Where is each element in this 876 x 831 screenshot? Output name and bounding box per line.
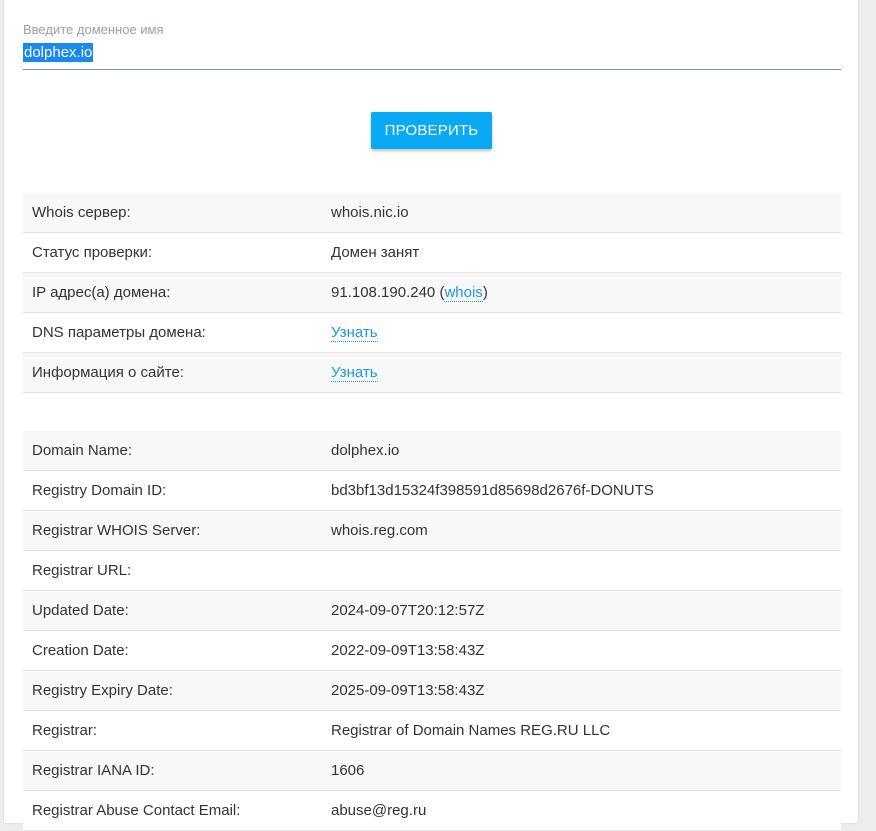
record-value: 2024-09-07T20:12:57Z: [322, 590, 841, 631]
whois-records-table: Domain Name: dolphex.io Registry Domain …: [23, 431, 841, 831]
record-value: abuse@reg.ru: [322, 790, 841, 831]
table-row: Registrar Abuse Contact Email: abuse@reg…: [23, 790, 841, 831]
record-value: 1606: [322, 750, 841, 791]
record-key: Updated Date:: [23, 590, 322, 631]
table-row: Creation Date: 2022-09-09T13:58:43Z: [23, 630, 841, 671]
record-key: Registry Domain ID:: [23, 470, 322, 511]
summary-table: Whois сервер: whois.nic.io Статус провер…: [23, 193, 841, 393]
record-value: Registrar of Domain Names REG.RU LLC: [322, 710, 841, 751]
whois-server-label: Whois сервер:: [23, 193, 322, 233]
record-value: whois.reg.com: [322, 510, 841, 551]
table-row: Registry Expiry Date: 2025-09-09T13:58:4…: [23, 670, 841, 711]
whois-card: Введите доменное имя dolphex.io ПРОВЕРИТ…: [4, 0, 858, 831]
whois-server-value: whois.nic.io: [322, 193, 841, 233]
ip-label: IP адрес(а) домена:: [23, 272, 322, 313]
site-info-link[interactable]: Узнать: [331, 364, 378, 382]
ip-paren-close: ): [482, 284, 488, 301]
table-row: Registrar: Registrar of Domain Names REG…: [23, 710, 841, 751]
table-row: Информация о сайте: Узнать: [23, 352, 841, 393]
record-value: bd3bf13d15324f398591d85698d2676f-DONUTS: [322, 470, 841, 511]
ip-value: 91.108.190.240: [331, 284, 436, 301]
site-info-cell: Узнать: [322, 352, 841, 393]
site-info-label: Информация о сайте:: [23, 352, 322, 393]
domain-field[interactable]: Введите доменное имя dolphex.io: [23, 20, 841, 70]
status-label: Статус проверки:: [23, 232, 322, 273]
ip-whois-link[interactable]: whois: [444, 284, 483, 302]
table-row: Whois сервер: whois.nic.io: [23, 193, 841, 233]
ip-cell: 91.108.190.240 (whois): [322, 272, 841, 313]
table-row: Registrar WHOIS Server: whois.reg.com: [23, 510, 841, 551]
dns-label: DNS параметры домена:: [23, 312, 322, 353]
domain-input-value[interactable]: dolphex.io: [23, 43, 94, 62]
status-value: Домен занят: [322, 232, 841, 273]
check-button[interactable]: ПРОВЕРИТЬ: [371, 112, 492, 149]
table-row: Статус проверки: Домен занят: [23, 232, 841, 273]
table-row: IP адрес(а) домена: 91.108.190.240 (whoi…: [23, 272, 841, 313]
record-value: dolphex.io: [322, 431, 841, 471]
table-row: Domain Name: dolphex.io: [23, 431, 841, 471]
dns-lookup-link[interactable]: Узнать: [331, 324, 378, 342]
record-key: Registry Expiry Date:: [23, 670, 322, 711]
record-value: [322, 550, 841, 591]
record-key: Registrar WHOIS Server:: [23, 510, 322, 551]
record-key: Creation Date:: [23, 630, 322, 671]
dns-cell: Узнать: [322, 312, 841, 353]
table-row: Updated Date: 2024-09-07T20:12:57Z: [23, 590, 841, 631]
record-key: Registrar URL:: [23, 550, 322, 591]
table-row: Registry Domain ID: bd3bf13d15324f398591…: [23, 470, 841, 511]
record-key: Registrar:: [23, 710, 322, 751]
table-row: Registrar IANA ID: 1606: [23, 750, 841, 791]
record-value: 2025-09-09T13:58:43Z: [322, 670, 841, 711]
table-row: Registrar URL:: [23, 550, 841, 591]
record-key: Domain Name:: [23, 431, 322, 471]
domain-field-label: Введите доменное имя: [23, 22, 164, 37]
table-row: DNS параметры домена: Узнать: [23, 312, 841, 353]
record-key: Registrar IANA ID:: [23, 750, 322, 791]
record-key: Registrar Abuse Contact Email:: [23, 790, 322, 831]
record-value: 2022-09-09T13:58:43Z: [322, 630, 841, 671]
